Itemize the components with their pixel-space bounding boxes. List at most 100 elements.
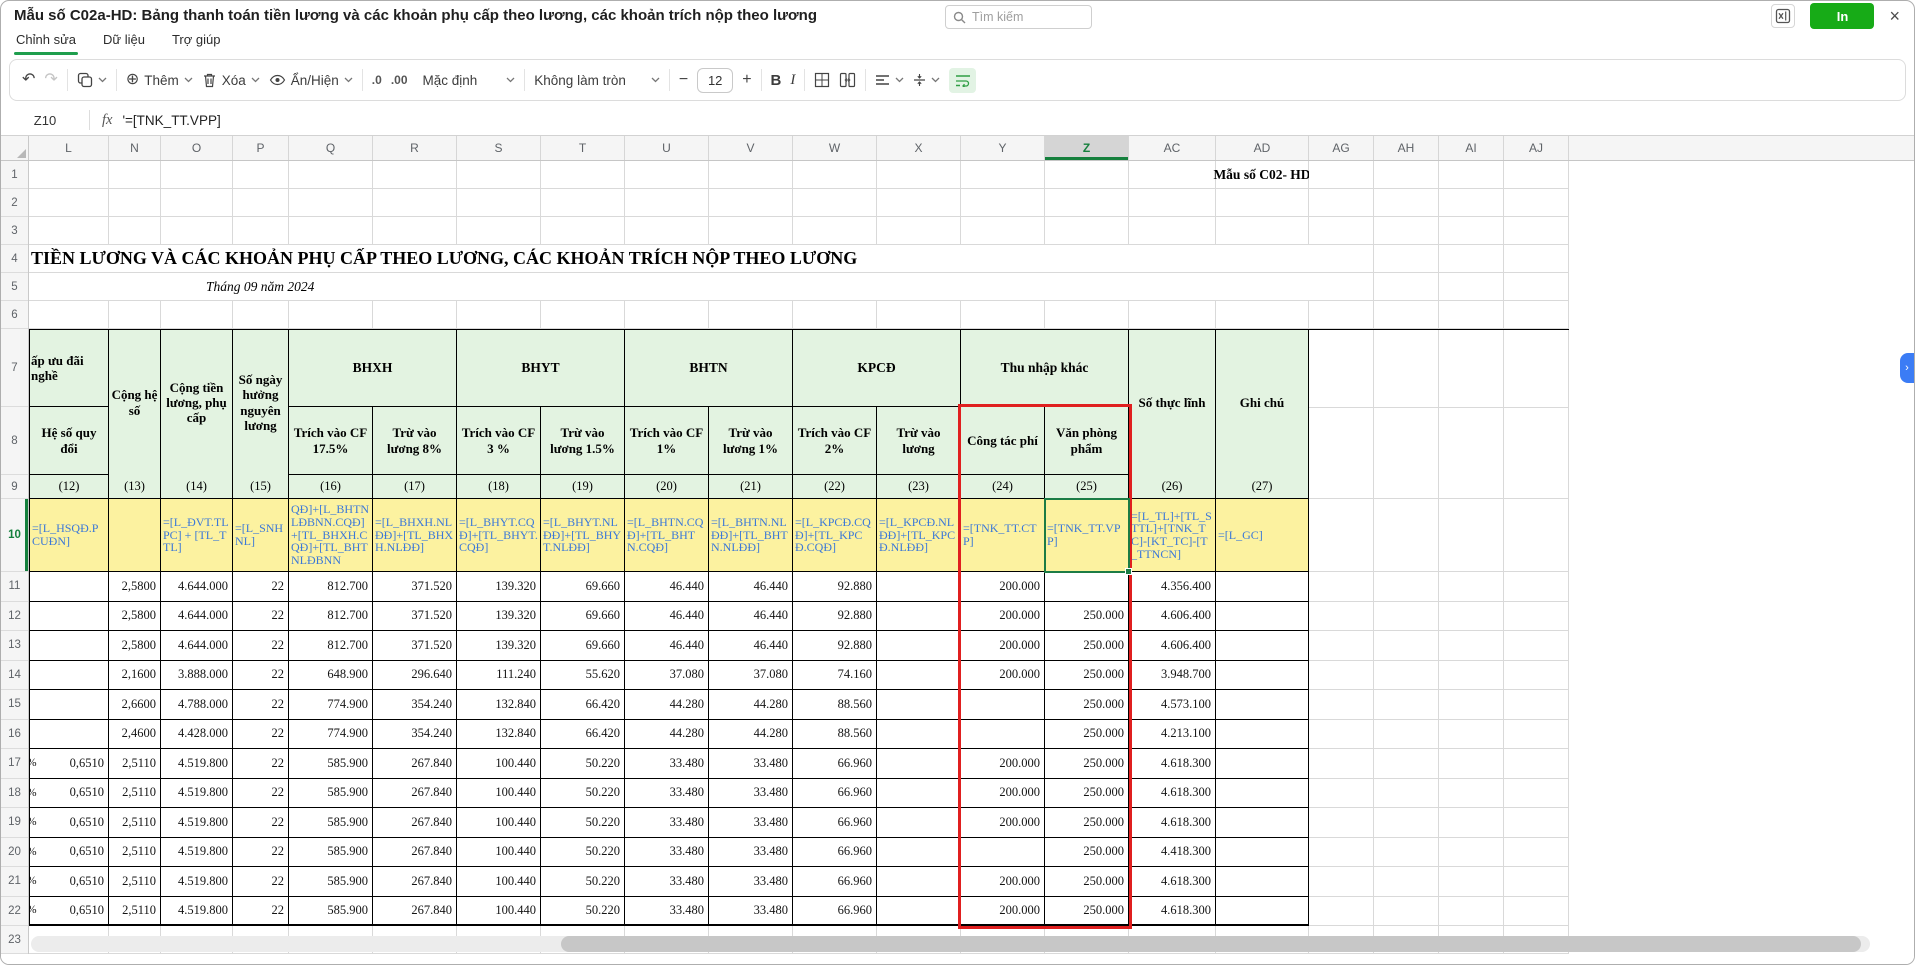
cell-T8[interactable]: Trừ vào lương 1.5% (541, 407, 625, 475)
cell-U22[interactable]: 33.480 (625, 897, 709, 927)
cell-Q6[interactable] (289, 301, 373, 329)
cell-AI7[interactable] (1439, 330, 1504, 408)
cell-W7-kpcd[interactable]: KPCĐ (793, 330, 961, 407)
cell-W20[interactable]: 66.960 (793, 838, 877, 868)
cell-AG1[interactable] (1309, 161, 1374, 189)
cell-R6[interactable] (373, 301, 457, 329)
cell-U16[interactable]: 44.280 (625, 720, 709, 750)
cell-R12[interactable]: 371.520 (373, 602, 457, 632)
cell-P7[interactable]: Số ngày hưởng nguyên lương (233, 330, 289, 476)
cell-Q11[interactable]: 812.700 (289, 572, 373, 602)
cell-O18[interactable]: 4.519.800 (161, 779, 233, 809)
cell-P17[interactable]: 22 (233, 749, 289, 779)
cell-AH4[interactable] (1374, 245, 1439, 273)
cell-X2[interactable] (877, 189, 961, 217)
column-header-P[interactable]: P (233, 136, 289, 160)
column-header-U[interactable]: U (625, 136, 709, 160)
cell-AC21[interactable]: 4.618.300 (1129, 867, 1216, 897)
cell-P22[interactable]: 22 (233, 897, 289, 927)
cell-P14[interactable]: 22 (233, 661, 289, 691)
cell-AD16[interactable] (1216, 720, 1309, 750)
vertical-align-dropdown[interactable] (913, 73, 940, 87)
bold-button[interactable]: B (771, 72, 782, 89)
cell-O9[interactable]: (14) (161, 475, 233, 499)
cell-AH12[interactable] (1374, 602, 1439, 632)
cell-R1[interactable] (373, 161, 457, 189)
cell-S19[interactable]: 100.440 (457, 808, 541, 838)
cell-U10[interactable]: =[L_BHTN.CQĐ]+[TL_BHTN.CQĐ] (625, 499, 709, 572)
cell-U13[interactable]: 46.440 (625, 631, 709, 661)
cell-Y10[interactable]: =[TNK_TT.CTP] (961, 499, 1045, 572)
cell-S8[interactable]: Trích vào CF 3 % (457, 407, 541, 475)
row-header-5[interactable]: 5 (1, 273, 28, 301)
cell-V16[interactable]: 44.280 (709, 720, 793, 750)
column-header-T[interactable]: T (541, 136, 625, 160)
export-excel-button[interactable] (1771, 4, 1795, 28)
cell-S13[interactable]: 139.320 (457, 631, 541, 661)
cell-AI3[interactable] (1439, 217, 1504, 245)
cell-AH21[interactable] (1374, 867, 1439, 897)
cell-AG17[interactable] (1309, 749, 1374, 779)
cell-AD17[interactable] (1216, 749, 1309, 779)
cell-U21[interactable]: 33.480 (625, 867, 709, 897)
cell-X16[interactable] (877, 720, 961, 750)
cell-AC9[interactable]: (26) (1129, 475, 1216, 499)
cell-Z19[interactable]: 250.000 (1045, 808, 1129, 838)
cell-T2[interactable] (541, 189, 625, 217)
cell-Q13[interactable]: 812.700 (289, 631, 373, 661)
cell-AH9[interactable] (1374, 475, 1439, 499)
cell-N1[interactable] (109, 161, 161, 189)
cell-O1[interactable] (161, 161, 233, 189)
row-header-22[interactable]: 22 (1, 897, 28, 927)
cell-AJ17[interactable] (1504, 749, 1569, 779)
cell-AJ1[interactable] (1504, 161, 1569, 189)
cell-L18[interactable]: 0,6510% (29, 779, 109, 809)
cell-AI22[interactable] (1439, 897, 1504, 927)
cell-AJ21[interactable] (1504, 867, 1569, 897)
cell-O19[interactable]: 4.519.800 (161, 808, 233, 838)
cell-P20[interactable]: 22 (233, 838, 289, 868)
row-header-16[interactable]: 16 (1, 720, 28, 750)
row-header-19[interactable]: 19 (1, 808, 28, 838)
row-header-2[interactable]: 2 (1, 189, 28, 217)
cell-Q2[interactable] (289, 189, 373, 217)
cell-AD14[interactable] (1216, 661, 1309, 691)
cell-Z18[interactable]: 250.000 (1045, 779, 1129, 809)
column-header-V[interactable]: V (709, 136, 793, 160)
cell-Z13[interactable]: 250.000 (1045, 631, 1129, 661)
cell-U15[interactable]: 44.280 (625, 690, 709, 720)
cell-V14[interactable]: 37.080 (709, 661, 793, 691)
merged-cell-row4[interactable]: TIỀN LƯƠNG VÀ CÁC KHOẢN PHỤ CẤP THEO LƯƠ… (29, 245, 1309, 273)
cell-AI13[interactable] (1439, 631, 1504, 661)
cell-S12[interactable]: 139.320 (457, 602, 541, 632)
cell-Z6[interactable] (1045, 301, 1129, 329)
cell-AJ4[interactable] (1504, 245, 1569, 273)
cell-AH3[interactable] (1374, 217, 1439, 245)
cell-W14[interactable]: 74.160 (793, 661, 877, 691)
cell-N21[interactable]: 2,5110 (109, 867, 161, 897)
cell-L2[interactable] (29, 189, 109, 217)
cell-AC10[interactable]: =[L_TL]+[TL_STTL]+[TNK_TC]-[KT_TC]-[T_TT… (1129, 499, 1216, 572)
row-header-11[interactable]: 11 (1, 572, 28, 602)
cell-N9[interactable]: (13) (109, 475, 161, 499)
cell-V12[interactable]: 46.440 (709, 602, 793, 632)
cell-S16[interactable]: 132.840 (457, 720, 541, 750)
cell-P9[interactable]: (15) (233, 475, 289, 499)
cell-W15[interactable]: 88.560 (793, 690, 877, 720)
cell-AJ22[interactable] (1504, 897, 1569, 927)
cell-AH19[interactable] (1374, 808, 1439, 838)
cell-N14[interactable]: 2,1600 (109, 661, 161, 691)
wrap-text-button[interactable] (949, 68, 976, 93)
cell-Q16[interactable]: 774.900 (289, 720, 373, 750)
cell-N20[interactable]: 2,5110 (109, 838, 161, 868)
cell-L14[interactable] (29, 661, 109, 691)
column-header-AC[interactable]: AC (1129, 136, 1216, 160)
row-header-17[interactable]: 17 (1, 749, 28, 779)
cell-AC20[interactable]: 4.418.300 (1129, 838, 1216, 868)
cell-W6[interactable] (793, 301, 877, 329)
cell-X6[interactable] (877, 301, 961, 329)
cell-R19[interactable]: 267.840 (373, 808, 457, 838)
cell-X15[interactable] (877, 690, 961, 720)
cell-P13[interactable]: 22 (233, 631, 289, 661)
row-header-4[interactable]: 4 (1, 245, 28, 273)
